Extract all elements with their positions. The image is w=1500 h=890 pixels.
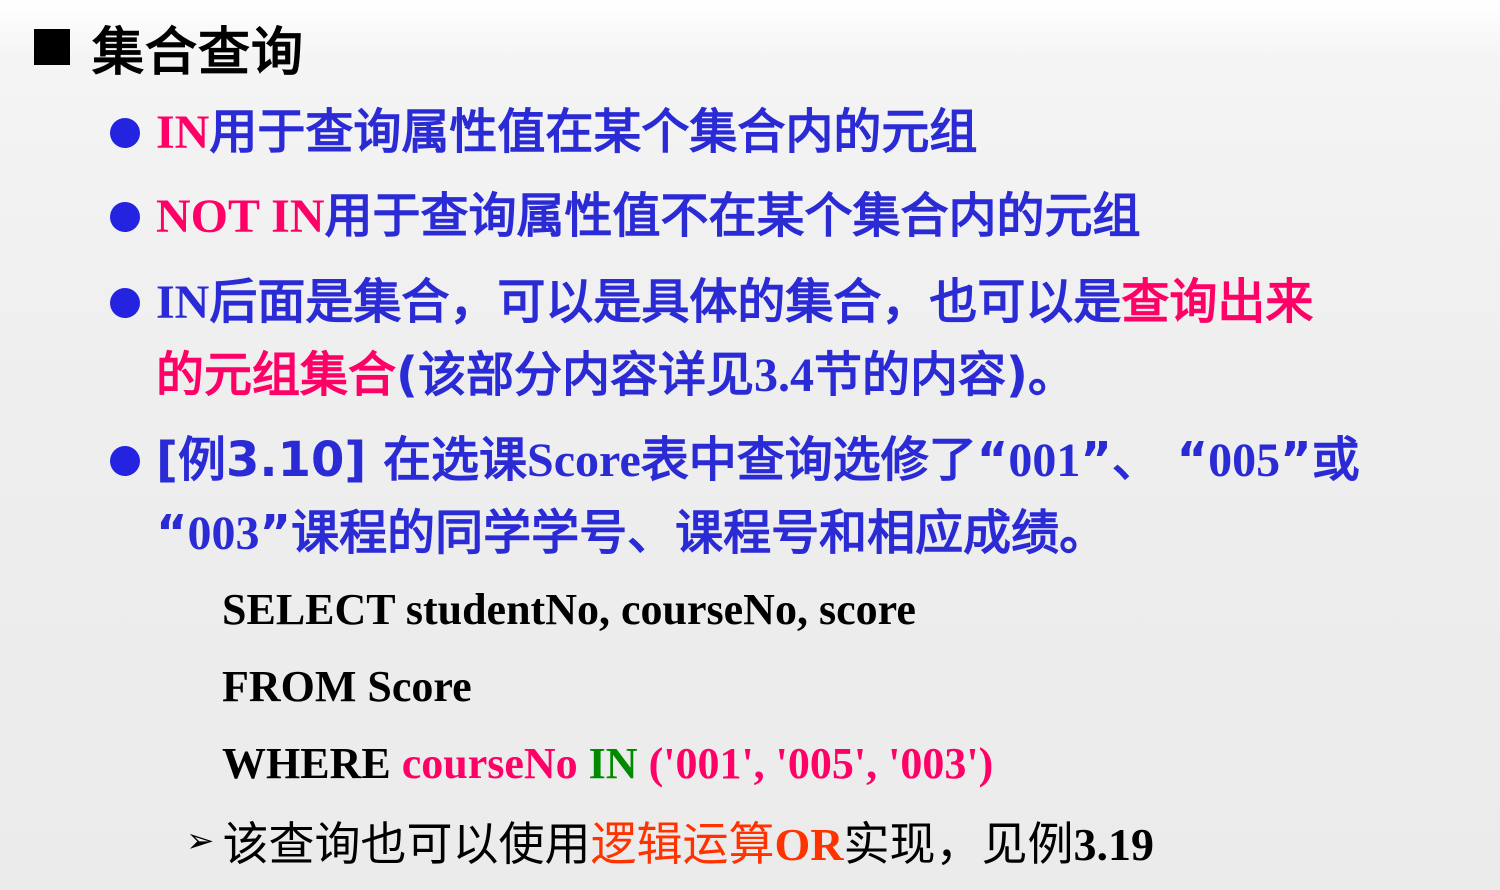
title-row: 集合查询	[34, 12, 305, 83]
course-code: 001	[1008, 434, 1081, 487]
arrow-bullet-icon: ➢	[186, 821, 215, 861]
text-segment: 节的内容)。	[813, 347, 1076, 403]
keyword-not-in: NOT IN	[156, 190, 325, 243]
keyword-in: IN	[156, 106, 210, 159]
sql-column: courseNo	[401, 739, 589, 788]
square-bullet-icon	[34, 29, 70, 65]
section-ref: 3.4	[753, 349, 814, 402]
bullet-item-example: [例3.10] 在选课Score表中查询选修了“001”、 “005”或 “00…	[110, 424, 1360, 570]
sql-select-line: SELECT studentNo, courseNo, score	[222, 585, 916, 634]
keyword-in: IN	[156, 276, 210, 329]
text-segment: ”课程的同学学号、课程号和相应成绩。	[259, 505, 1108, 561]
text-segment: 该查询也可以使用	[222, 817, 591, 871]
example-ref: 3.19	[1073, 819, 1155, 870]
text-segment: 实现，见例	[843, 817, 1074, 871]
sql-where-line: WHERE courseNo IN ('001', '005', '003')	[222, 738, 993, 789]
bullet-text-block: IN后面是集合，可以是具体的集合，也可以是查询出来 的元组集合(该部分内容详见3…	[156, 266, 1313, 412]
bullet-description: 用于查询属性值不在某个集合内的元组	[324, 188, 1141, 244]
course-code: 003	[187, 507, 260, 560]
text-segment: (该部分内容详见	[396, 347, 754, 403]
bullet-line-2: 的元组集合(该部分内容详见3.4节的内容)。	[156, 339, 1313, 412]
bullet-dot-icon	[110, 446, 140, 476]
bullet-item-not-in: NOT IN用于查询属性值不在某个集合内的元组	[110, 180, 1141, 253]
text-segment: 在选课	[383, 432, 528, 488]
sub-note-text: 该查询也可以使用逻辑运算OR实现，见例3.19	[223, 808, 1155, 874]
bullet-item-in: IN用于查询属性值在某个集合内的元组	[110, 96, 977, 169]
slide: 集合查询 IN用于查询属性值在某个集合内的元组 NOT IN用于查询属性值不在某…	[0, 0, 1500, 890]
course-code: 005	[1208, 434, 1281, 487]
sub-note: ➢ 该查询也可以使用逻辑运算OR实现，见例3.19	[186, 808, 1154, 874]
bullet-item-in-set: IN后面是集合，可以是具体的集合，也可以是查询出来 的元组集合(该部分内容详见3…	[110, 266, 1313, 412]
text-segment: 表中查询选修了“	[640, 432, 1009, 488]
bullet-line-1: IN后面是集合，可以是具体的集合，也可以是查询出来	[156, 266, 1313, 339]
highlight-segment: 的元组集合	[156, 347, 397, 403]
bullet-line-2: “003”课程的同学学号、课程号和相应成绩。	[156, 497, 1360, 570]
or-keyword: OR	[774, 819, 844, 870]
bullet-text: IN用于查询属性值在某个集合内的元组	[156, 96, 977, 169]
bullet-text-block: [例3.10] 在选课Score表中查询选修了“001”、 “005”或 “00…	[156, 424, 1360, 570]
sql-where-keyword: WHERE	[222, 739, 402, 788]
sql-from-line: FROM Score	[222, 662, 472, 711]
table-name: Score	[527, 434, 641, 487]
text-segment: ”或	[1280, 432, 1360, 488]
highlight-segment: 逻辑运算	[590, 817, 775, 871]
example-label: [例3.10]	[156, 432, 384, 488]
bullet-dot-icon	[110, 118, 140, 148]
sql-in-keyword: IN	[588, 739, 649, 788]
page-title: 集合查询	[92, 22, 305, 83]
text-segment: “	[156, 505, 188, 561]
bullet-dot-icon	[110, 288, 140, 318]
bullet-description: 用于查询属性值在某个集合内的元组	[209, 104, 978, 160]
bullet-text: NOT IN用于查询属性值不在某个集合内的元组	[156, 180, 1141, 253]
bullet-dot-icon	[110, 202, 140, 232]
bullet-line-1: [例3.10] 在选课Score表中查询选修了“001”、 “005”或	[156, 424, 1360, 497]
text-segment: 后面是集合，可以是具体的集合，也可以是	[209, 274, 1122, 330]
sql-value-list: ('001', '005', '003')	[648, 739, 994, 788]
text-segment: ”、 “	[1080, 432, 1209, 488]
highlight-segment: 查询出来	[1121, 274, 1314, 330]
